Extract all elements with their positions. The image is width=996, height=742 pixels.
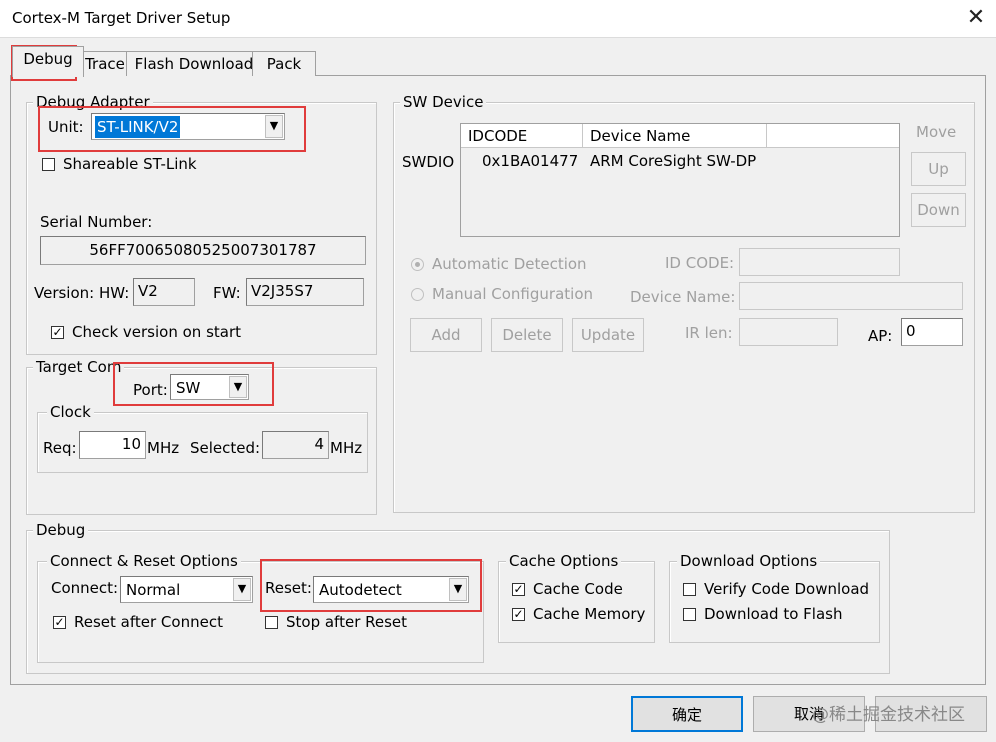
row-idcode: 0x1BA01477 <box>482 152 579 170</box>
cache-memory-label: Cache Memory <box>533 605 646 623</box>
serial-number-label: Serial Number: <box>40 213 153 231</box>
download-options-group <box>669 561 880 643</box>
debug-adapter-label: Debug Adapter <box>33 93 153 111</box>
chevron-down-icon[interactable]: ▼ <box>449 578 467 601</box>
fw-version-field: V2J35S7 <box>246 278 364 306</box>
unit-select[interactable]: ST-LINK/V2 ▼ <box>91 113 285 140</box>
chevron-down-icon[interactable]: ▼ <box>233 578 251 601</box>
debug-section-label: Debug <box>33 521 89 539</box>
req-mhz-unit: MHz <box>147 439 180 457</box>
selected-label: Selected: <box>190 439 261 457</box>
tab-debug[interactable]: Debug <box>12 46 84 77</box>
device-table: IDCODE Device Name 0x1BA01477 ARM CoreSi… <box>460 123 900 237</box>
shareable-stlink-checkbox[interactable] <box>42 158 55 171</box>
manual-config-radio[interactable] <box>411 288 424 301</box>
shareable-stlink-label: Shareable ST-Link <box>63 155 197 173</box>
auto-detect-radio[interactable] <box>411 258 424 271</box>
reset-select[interactable]: Autodetect ▼ <box>313 576 469 603</box>
connect-value: Normal <box>126 581 181 599</box>
cache-options-label: Cache Options <box>506 552 622 570</box>
reset-label: Reset: <box>265 579 312 597</box>
device-name-label: Device Name: <box>630 288 736 306</box>
download-options-label: Download Options <box>677 552 821 570</box>
watermark: @稀土掘金技术社区 <box>812 705 965 725</box>
manual-config-label: Manual Configuration <box>432 285 594 303</box>
hw-version-field: V2 <box>133 278 195 306</box>
chevron-down-icon[interactable]: ▼ <box>265 115 283 138</box>
req-field[interactable]: 10 <box>79 431 146 459</box>
reset-value: Autodetect <box>319 581 402 599</box>
sw-device-label: SW Device <box>400 93 487 111</box>
cache-code-label: Cache Code <box>533 580 623 598</box>
chevron-down-icon[interactable]: ▼ <box>229 376 247 398</box>
stop-after-reset-label: Stop after Reset <box>286 613 408 631</box>
delete-button[interactable]: Delete <box>491 318 563 352</box>
verify-code-checkbox[interactable] <box>683 583 696 596</box>
check-version-checkbox[interactable]: ✓ <box>51 326 64 339</box>
ok-button[interactable]: 确定 <box>631 696 743 732</box>
fw-label: FW: <box>213 284 241 302</box>
move-up-button[interactable]: Up <box>911 152 966 186</box>
selected-field: 4 <box>262 431 329 459</box>
id-code-field[interactable] <box>739 248 900 276</box>
version-hw-label: Version: HW: <box>34 284 130 302</box>
clock-label: Clock <box>47 403 94 421</box>
ap-field[interactable]: 0 <box>901 318 963 346</box>
tab-flash-download[interactable]: Flash Download <box>126 51 262 76</box>
auto-detect-label: Automatic Detection <box>432 255 587 273</box>
cache-code-checkbox[interactable]: ✓ <box>512 583 525 596</box>
swdio-label: SWDIO <box>402 153 455 171</box>
ap-label: AP: <box>868 327 893 345</box>
port-select[interactable]: SW ▼ <box>170 374 249 400</box>
move-down-button[interactable]: Down <box>911 193 966 227</box>
table-header-device-name[interactable]: Device Name <box>583 124 767 148</box>
port-label: Port: <box>133 381 168 399</box>
reset-after-connect-checkbox[interactable]: ✓ <box>53 616 66 629</box>
ir-len-field[interactable] <box>739 318 838 346</box>
connect-select[interactable]: Normal ▼ <box>120 576 253 603</box>
serial-number-field: 56FF70065080525007301787 <box>40 236 366 265</box>
selected-mhz-unit: MHz <box>330 439 363 457</box>
connect-reset-label: Connect & Reset Options <box>47 552 241 570</box>
add-button[interactable]: Add <box>410 318 482 352</box>
stop-after-reset-checkbox[interactable] <box>265 616 278 629</box>
unit-value: ST-LINK/V2 <box>95 116 181 138</box>
cache-options-group <box>498 561 655 643</box>
target-com-label: Target Com <box>33 358 125 376</box>
port-value: SW <box>176 379 201 397</box>
update-button[interactable]: Update <box>572 318 644 352</box>
verify-code-label: Verify Code Download <box>704 580 870 598</box>
row-device-name: ARM CoreSight SW-DP <box>590 152 757 170</box>
table-header-blank <box>767 124 899 148</box>
download-flash-label: Download to Flash <box>704 605 843 623</box>
table-header-idcode[interactable]: IDCODE <box>461 124 583 148</box>
tab-pack[interactable]: Pack <box>252 51 316 76</box>
connect-label: Connect: <box>51 579 119 597</box>
ir-len-label: IR len: <box>685 324 733 342</box>
device-name-header: Device Name <box>590 127 691 145</box>
idcode-header: IDCODE <box>468 127 528 145</box>
window-title: Cortex-M Target Driver Setup <box>12 9 231 27</box>
move-label: Move <box>916 123 957 141</box>
table-row[interactable]: 0x1BA01477 ARM CoreSight SW-DP <box>461 148 899 174</box>
req-label: Req: <box>43 439 77 457</box>
id-code-label: ID CODE: <box>665 254 735 272</box>
close-icon[interactable]: ✕ <box>962 4 990 32</box>
download-flash-checkbox[interactable] <box>683 608 696 621</box>
cache-memory-checkbox[interactable]: ✓ <box>512 608 525 621</box>
device-name-field[interactable] <box>739 282 963 310</box>
reset-after-connect-label: Reset after Connect <box>74 613 223 631</box>
unit-label: Unit: <box>48 118 84 136</box>
title-bar: Cortex-M Target Driver Setup ✕ <box>0 0 996 38</box>
check-version-label: Check version on start <box>72 323 242 341</box>
